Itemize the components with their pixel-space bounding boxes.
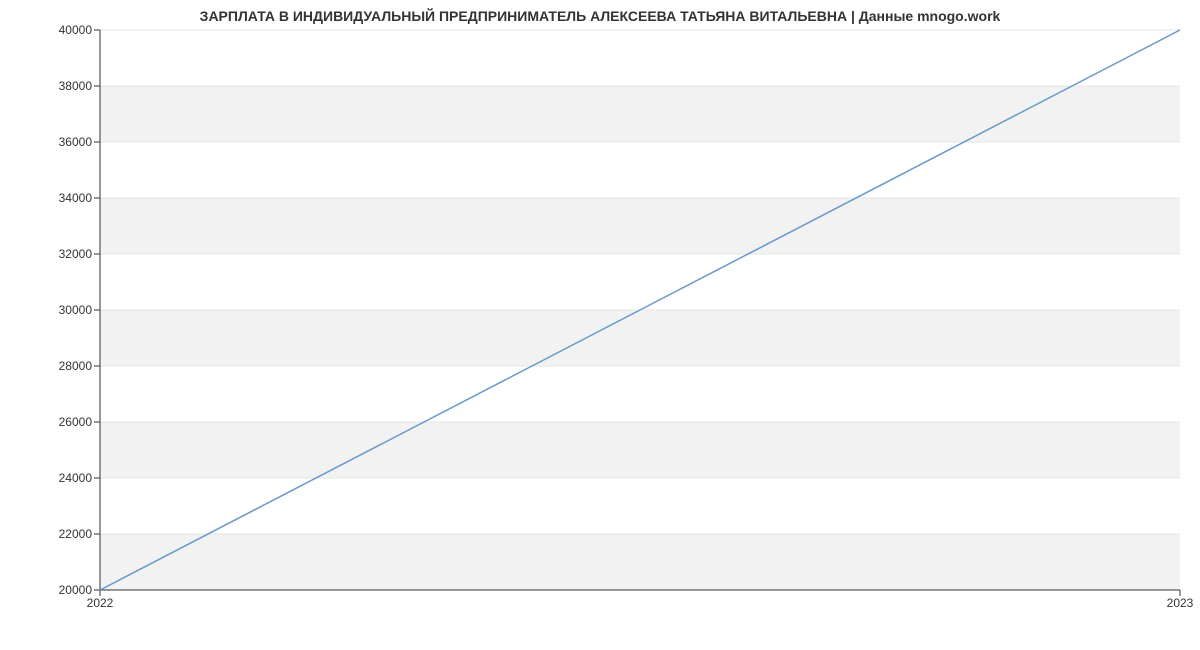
x-tick-label: 2022 — [87, 596, 114, 610]
grid-band — [100, 534, 1180, 590]
y-tick-label: 26000 — [12, 415, 92, 429]
y-tick-label: 34000 — [12, 191, 92, 205]
y-tick-label: 40000 — [12, 23, 92, 37]
grid-band — [100, 142, 1180, 198]
y-tick-label: 38000 — [12, 79, 92, 93]
y-tick-label: 22000 — [12, 527, 92, 541]
y-tick-label: 32000 — [12, 247, 92, 261]
grid-band — [100, 30, 1180, 86]
y-tick-label: 30000 — [12, 303, 92, 317]
y-tick-label: 20000 — [12, 583, 92, 597]
chart-title: ЗАРПЛАТА В ИНДИВИДУАЛЬНЫЙ ПРЕДПРИНИМАТЕЛ… — [0, 8, 1200, 24]
y-tick-label: 28000 — [12, 359, 92, 373]
y-tick-label: 24000 — [12, 471, 92, 485]
x-tick-label: 2023 — [1167, 596, 1194, 610]
grid-band — [100, 366, 1180, 422]
grid-band — [100, 198, 1180, 254]
plot-area — [100, 30, 1180, 590]
y-tick-label: 36000 — [12, 135, 92, 149]
chart-container: ЗАРПЛАТА В ИНДИВИДУАЛЬНЫЙ ПРЕДПРИНИМАТЕЛ… — [0, 0, 1200, 650]
grid-band — [100, 254, 1180, 310]
grid-band — [100, 310, 1180, 366]
chart-svg — [100, 30, 1180, 590]
grid-band — [100, 422, 1180, 478]
